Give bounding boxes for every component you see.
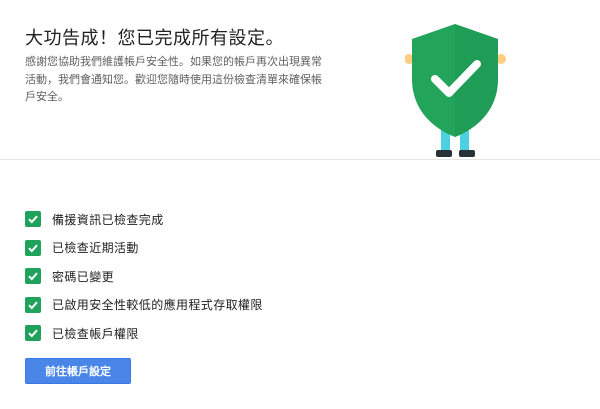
go-to-account-settings-button[interactable]: 前往帳戶設定	[25, 358, 131, 384]
checkmark-icon	[25, 325, 41, 342]
checklist-item-label: 已檢查近期活動	[52, 241, 139, 256]
checkmark-icon	[25, 239, 41, 256]
page-title: 大功告成！您已完成所有設定。	[25, 28, 284, 49]
shield-check-person-icon	[405, 24, 506, 157]
checklist-item: 已檢查帳戶權限	[25, 319, 263, 348]
section-divider	[0, 159, 600, 160]
checklist-item-label: 已檢查帳戶權限	[52, 326, 139, 341]
checklist-item: 密碼已變更	[25, 262, 263, 291]
checkmark-icon	[25, 268, 41, 285]
checkmark-icon	[25, 211, 41, 228]
checklist-item: 備援資訊已檢查完成	[25, 205, 263, 234]
checklist-item: 已啟用安全性較低的應用程式存取權限	[25, 291, 263, 320]
security-checklist: 備援資訊已檢查完成 已檢查近期活動 密碼已變更 已啟用安全性較低的應用程式存取權…	[25, 205, 263, 348]
header: 大功告成！您已完成所有設定。 感謝您協助我們維護帳戶安全性。如果您的帳戶再次出現…	[0, 0, 600, 160]
checkmark-icon	[25, 296, 41, 313]
checklist-item: 已檢查近期活動	[25, 234, 263, 263]
checklist-item-label: 密碼已變更	[52, 269, 115, 284]
page-description: 感謝您協助我們維護帳戶安全性。如果您的帳戶再次出現異常活動，我們會通知您。歡迎您…	[25, 55, 322, 103]
checklist-item-label: 已啟用安全性較低的應用程式存取權限	[52, 298, 263, 313]
checklist-item-label: 備援資訊已檢查完成	[52, 212, 164, 227]
